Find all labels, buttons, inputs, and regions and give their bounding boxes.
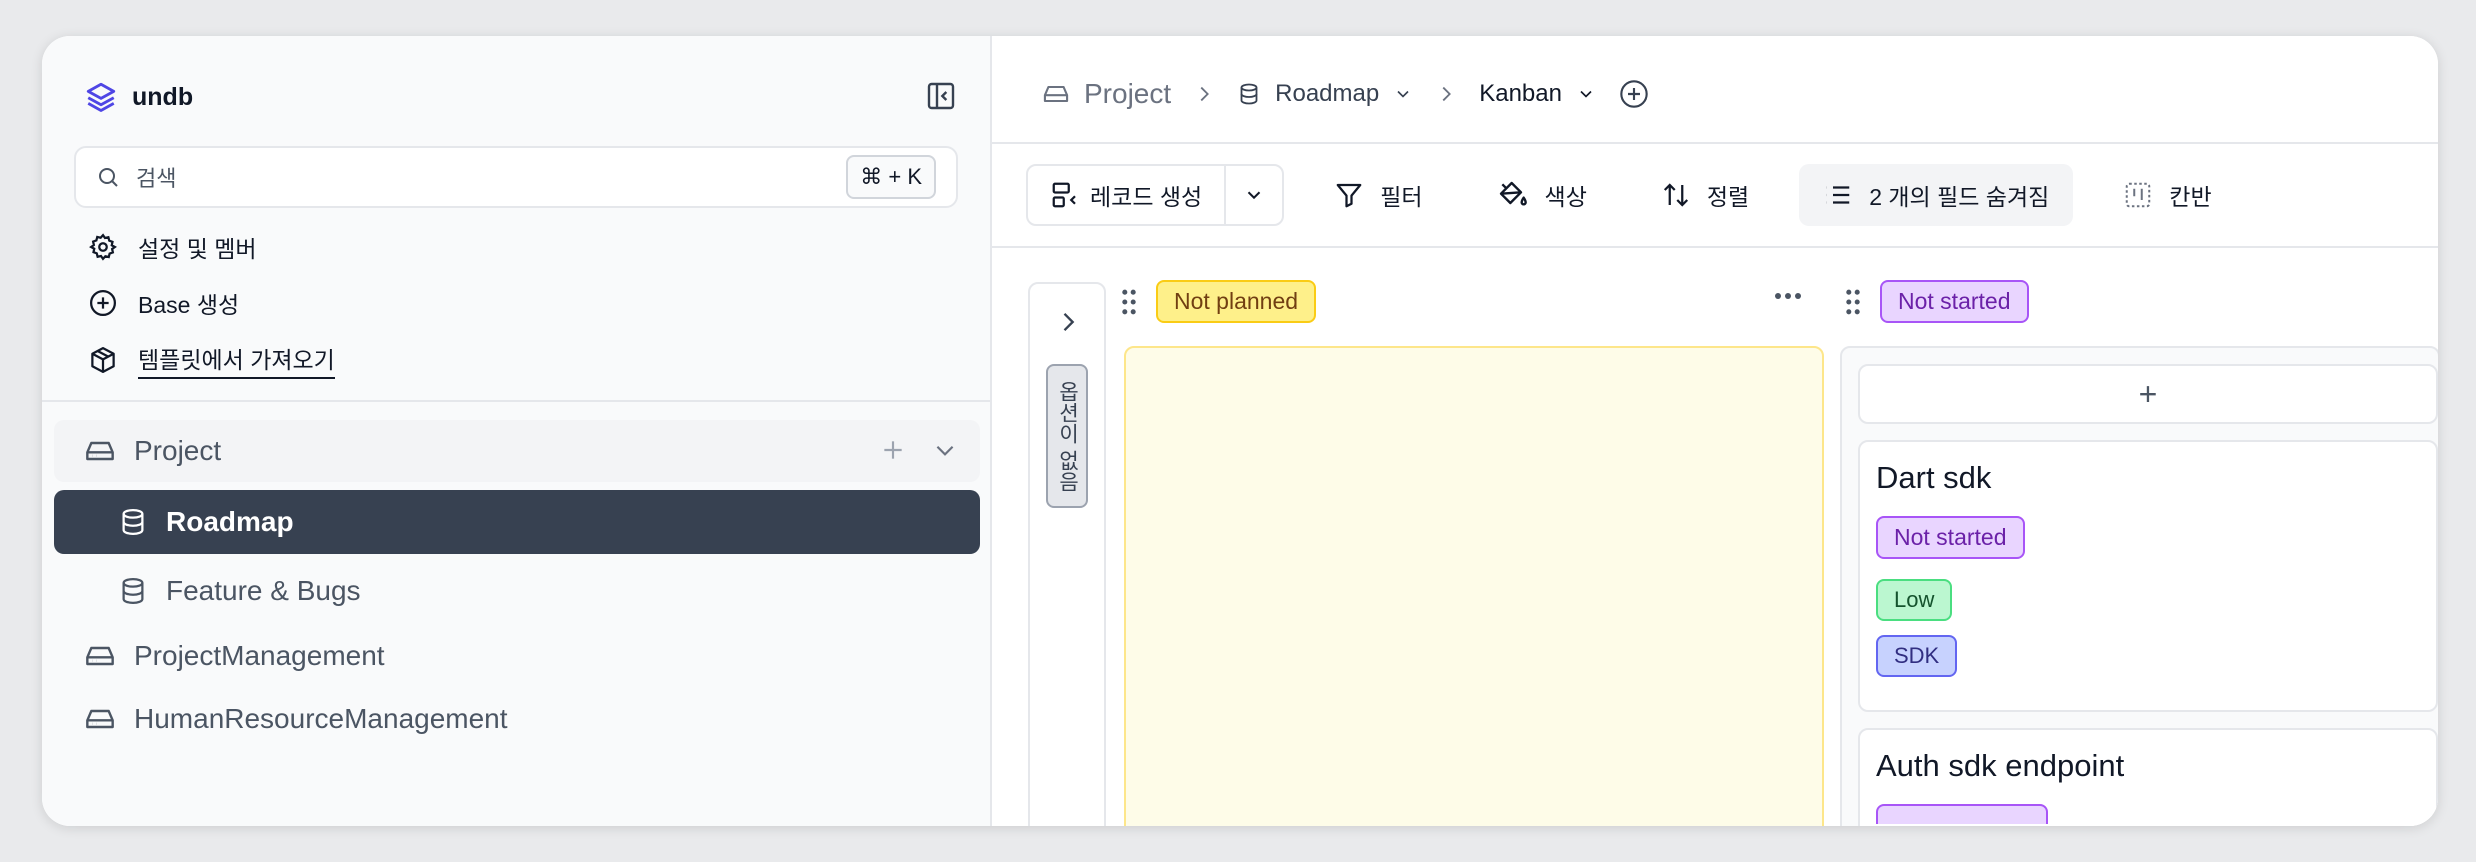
chevron-down-icon xyxy=(1580,90,1592,98)
create-record-icon xyxy=(1052,182,1076,208)
package-icon xyxy=(91,347,115,373)
import-template-item[interactable]: 템플릿에서 가져오기 xyxy=(88,341,335,379)
priority-badge: Low xyxy=(1876,579,1953,621)
tree-item-project-management[interactable]: ProjectManagement xyxy=(84,626,385,686)
create-base-label: Base 생성 xyxy=(138,292,240,318)
add-view-icon[interactable] xyxy=(1618,78,1650,110)
create-record-button[interactable]: 레코드 생성 xyxy=(1028,166,1227,224)
drive-icon xyxy=(1043,85,1069,103)
status-badge xyxy=(1876,804,2048,824)
tree-label-project-management: ProjectManagement xyxy=(134,640,385,671)
main-content: Project Roadmap Kanban 레코드 생성 필터 색상 정렬 2… xyxy=(992,36,2438,826)
search-shortcut: ⌘ + K xyxy=(846,155,936,199)
kanban-card[interactable]: Dart sdk Not started Low SDK xyxy=(1858,440,2438,712)
layers-logo-icon xyxy=(86,82,116,112)
add-table-icon[interactable] xyxy=(880,437,906,463)
database-icon xyxy=(1240,83,1258,105)
breadcrumb-project[interactable]: Project xyxy=(1042,78,1171,110)
import-template-label: 템플릿에서 가져오기 xyxy=(138,341,335,379)
breadcrumb-table[interactable]: Roadmap xyxy=(1237,80,1413,108)
create-record-group: 레코드 생성 xyxy=(1026,164,1285,226)
column-badge: Not planned xyxy=(1156,280,1317,323)
create-record-dropdown[interactable] xyxy=(1226,166,1282,224)
search-placeholder: 검색 xyxy=(136,166,177,191)
create-record-label: 레코드 생성 xyxy=(1090,184,1203,210)
chevron-down-icon[interactable] xyxy=(932,437,958,463)
list-icon xyxy=(1826,186,1850,204)
toolbar: 레코드 생성 필터 색상 정렬 2 개의 필드 숨겨짐 칸반 xyxy=(1026,164,2236,226)
toolbar-divider xyxy=(992,246,2438,248)
view-type-button[interactable]: 칸반 xyxy=(2099,164,2235,226)
color-label: 색상 xyxy=(1544,184,1587,210)
chevron-right-icon xyxy=(1200,86,1210,102)
drive-icon xyxy=(86,441,114,461)
filter-icon xyxy=(1336,183,1362,208)
search-icon xyxy=(99,168,118,187)
chevron-right-icon xyxy=(1442,86,1452,102)
tree-label-hr-management: HumanResourceManagement xyxy=(134,703,508,734)
tree-label-project: Project xyxy=(134,435,222,466)
app-name: undb xyxy=(132,82,194,111)
drag-handle-icon[interactable] xyxy=(1844,288,1862,316)
settings-members-item[interactable]: 설정 및 멤버 xyxy=(88,230,257,264)
tree-item-feature-bugs[interactable]: Feature & Bugs xyxy=(118,561,361,621)
column-body-not-planned xyxy=(1124,346,1824,826)
breadcrumb-view-label: Kanban xyxy=(1479,80,1562,107)
paint-bucket-icon xyxy=(1499,181,1527,206)
filter-label: 필터 xyxy=(1380,184,1423,210)
collapsed-column-label: 옵션이 없음 xyxy=(1046,364,1088,508)
sort-icon xyxy=(1663,183,1688,207)
filter-button[interactable]: 필터 xyxy=(1310,164,1446,226)
drive-icon xyxy=(86,709,114,729)
column-header-not-planned: Not planned xyxy=(1120,280,1317,323)
tree-item-roadmap[interactable]: Roadmap xyxy=(54,490,980,554)
add-card-button[interactable]: + xyxy=(1858,364,2438,424)
breadcrumb-table-label: Roadmap xyxy=(1275,80,1380,107)
hidden-fields-label: 2 개의 필드 숨겨짐 xyxy=(1869,184,2050,210)
collapsed-column-text: 옵션이 없음 xyxy=(1056,380,1079,492)
sidebar-divider xyxy=(42,400,990,402)
kanban-card[interactable]: Auth sdk endpoint xyxy=(1858,728,2438,826)
chevron-down-icon xyxy=(1247,191,1261,200)
breadcrumb-project-label: Project xyxy=(1084,78,1172,109)
collapsed-column[interactable]: 옵션이 없음 xyxy=(1028,282,1106,826)
sort-button[interactable]: 정렬 xyxy=(1637,164,1773,226)
column-body-not-started: + Dart sdk Not started Low SDK Auth sdk … xyxy=(1840,346,2438,826)
view-type-label: 칸반 xyxy=(2169,184,2212,210)
more-options-icon[interactable] xyxy=(1774,290,1802,302)
create-base-item[interactable]: Base 생성 xyxy=(88,286,239,320)
brand[interactable]: undb xyxy=(84,80,193,114)
color-button[interactable]: 색상 xyxy=(1473,164,1611,226)
kanban-icon xyxy=(2126,182,2151,208)
expand-chevron-icon[interactable] xyxy=(1054,308,1082,336)
database-icon xyxy=(122,578,144,605)
status-badge: Not started xyxy=(1876,516,2025,559)
card-title: Dart sdk xyxy=(1876,460,1992,495)
sort-label: 정렬 xyxy=(1706,184,1750,210)
hidden-fields-button[interactable]: 2 개의 필드 숨겨짐 xyxy=(1799,164,2074,226)
column-badge: Not started xyxy=(1880,280,2029,323)
settings-members-label: 설정 및 멤버 xyxy=(138,236,257,262)
gear-icon xyxy=(89,233,117,261)
column-header-not-started: Not started xyxy=(1844,280,2029,323)
tag-badge: SDK xyxy=(1876,635,1958,677)
app-window: undb 검색 ⌘ + K 설정 및 멤버 Base 생성 템플릿에서 가져오기… xyxy=(42,36,2438,826)
tree-label-feature-bugs: Feature & Bugs xyxy=(166,575,361,606)
card-title: Auth sdk endpoint xyxy=(1876,748,2125,783)
chevron-down-icon xyxy=(1397,90,1409,98)
tree-item-project[interactable]: Project xyxy=(54,420,980,482)
tree-item-hr-management[interactable]: HumanResourceManagement xyxy=(84,689,508,749)
tree-label-roadmap: Roadmap xyxy=(166,506,294,537)
database-icon xyxy=(122,509,144,536)
sidebar: undb 검색 ⌘ + K 설정 및 멤버 Base 생성 템플릿에서 가져오기… xyxy=(42,36,992,826)
search-input[interactable]: 검색 ⌘ + K xyxy=(74,146,958,208)
drag-handle-icon[interactable] xyxy=(1120,288,1138,316)
breadcrumb: Project Roadmap Kanban xyxy=(1042,78,1650,110)
plus-circle-icon xyxy=(90,290,116,316)
drive-icon xyxy=(86,646,114,666)
breadcrumb-view[interactable]: Kanban xyxy=(1479,80,1596,108)
header-divider xyxy=(992,142,2438,144)
sidebar-collapse-icon[interactable] xyxy=(925,80,957,112)
